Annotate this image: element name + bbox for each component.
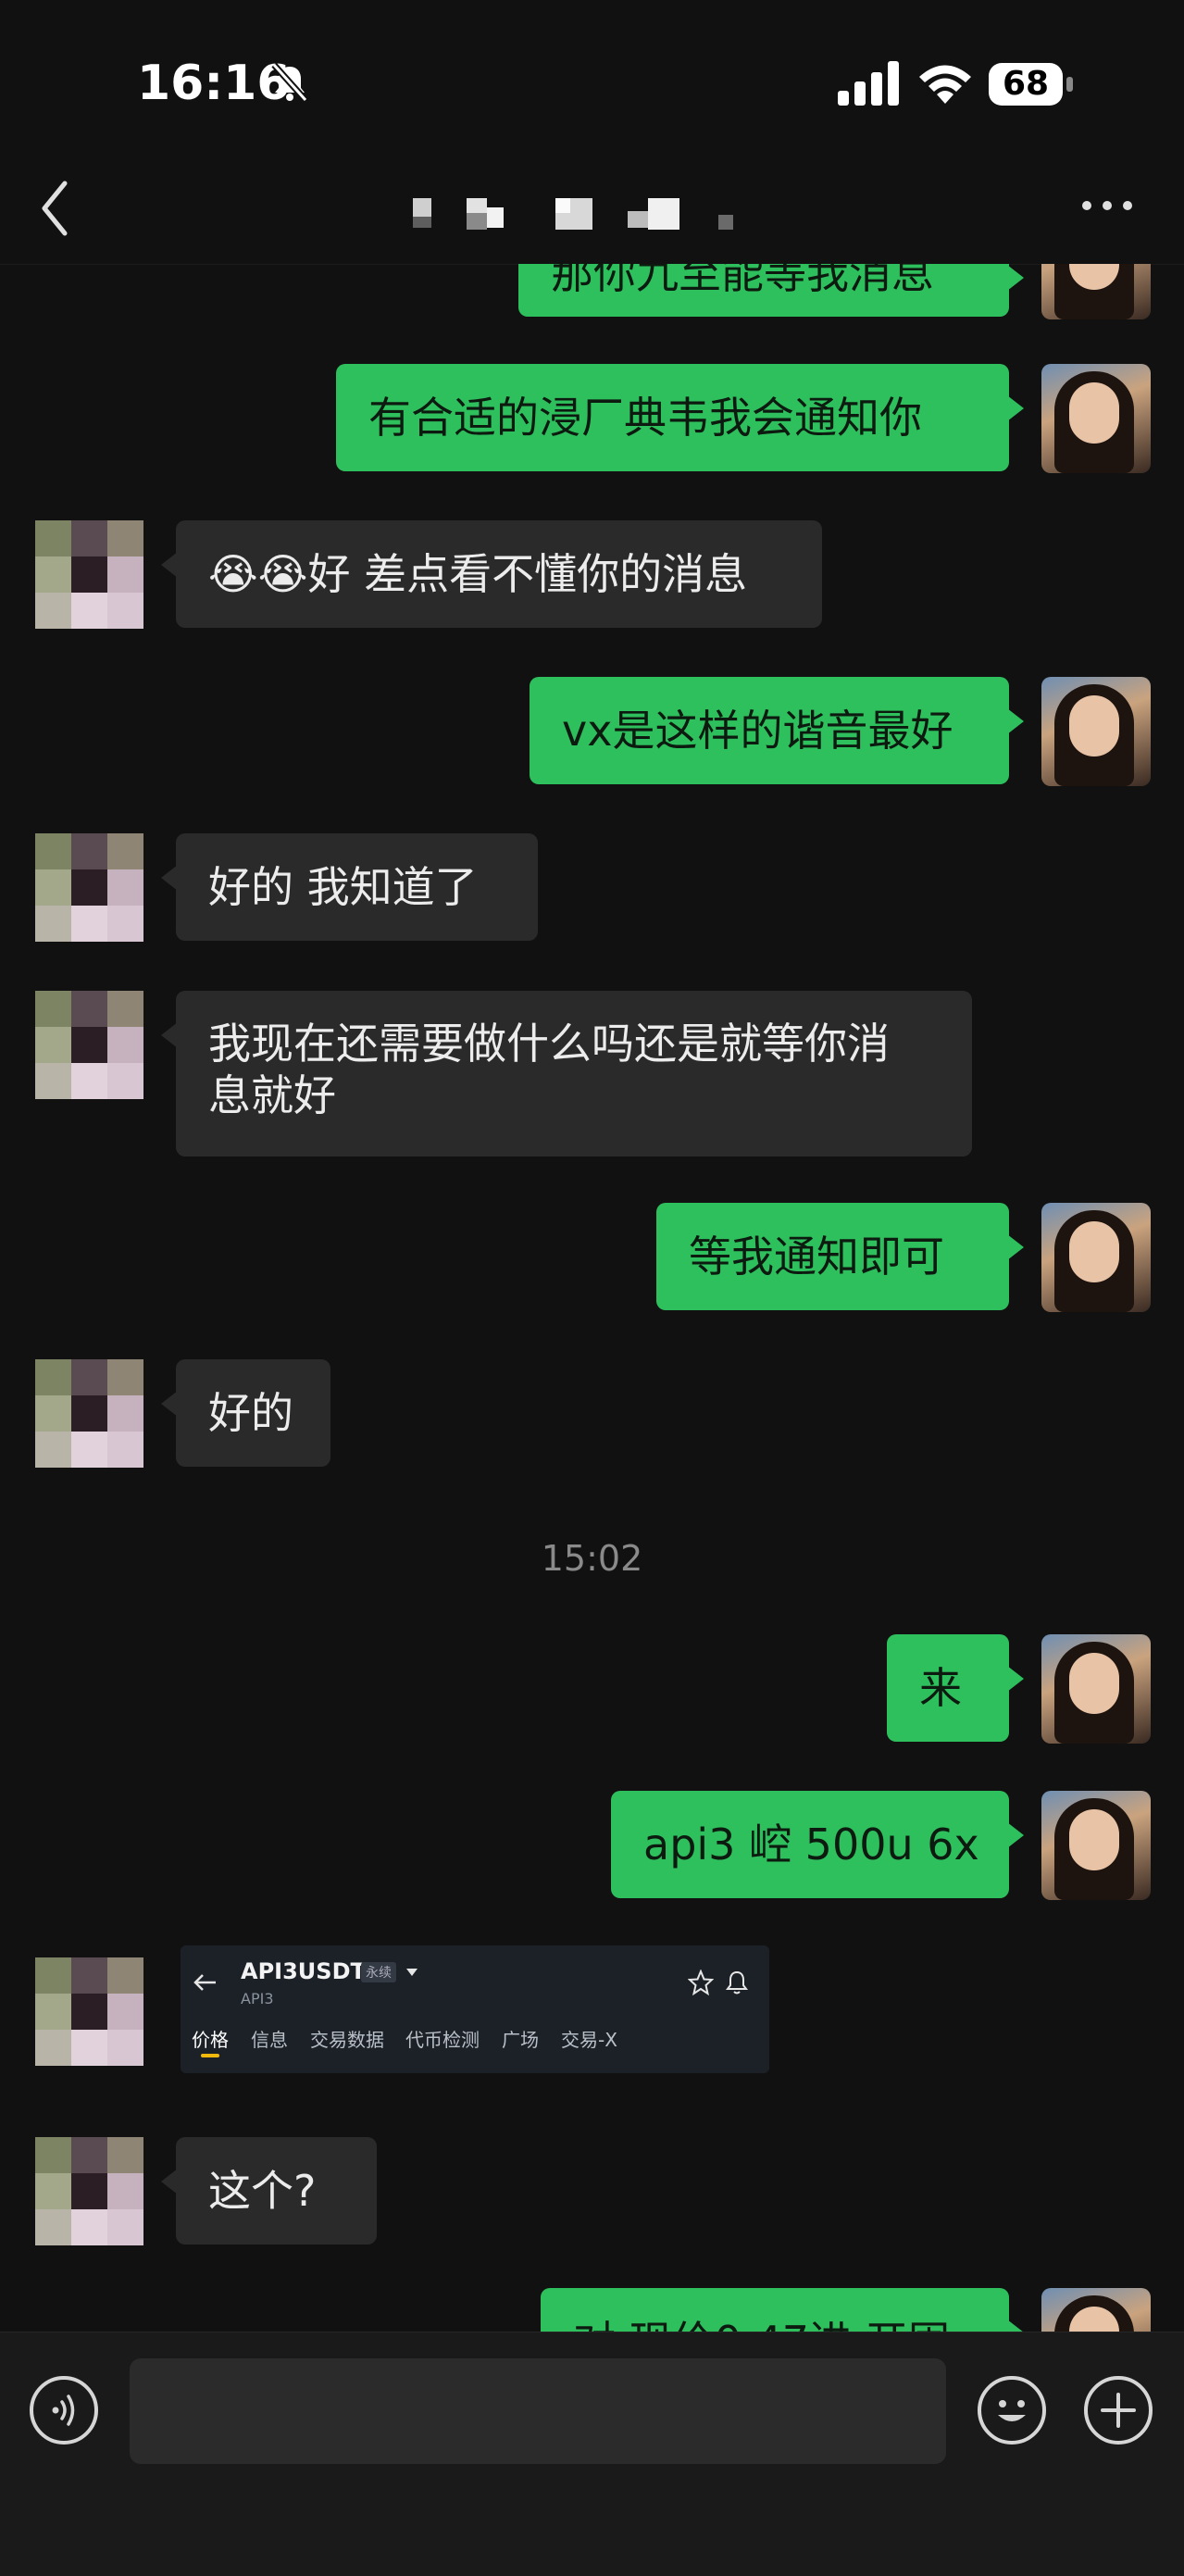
timestamp: 15:02 xyxy=(541,1538,643,1579)
cellular-signal-icon xyxy=(838,61,899,106)
contact-avatar-pixelated[interactable] xyxy=(35,991,144,1100)
contact-avatar-pixelated[interactable] xyxy=(35,1359,144,1469)
my-avatar[interactable] xyxy=(1041,2288,1151,2332)
tab-square: 广场 xyxy=(502,2029,539,2051)
bell-icon xyxy=(726,1970,748,1995)
wifi-icon xyxy=(919,65,971,104)
contact-avatar-pixelated[interactable] xyxy=(35,2137,144,2246)
message-input[interactable] xyxy=(130,2358,946,2464)
my-avatar[interactable] xyxy=(1041,1634,1151,1744)
message-bubble-incoming[interactable]: 这个? xyxy=(161,2137,377,2245)
contact-avatar-pixelated[interactable] xyxy=(35,833,144,943)
emoji-button[interactable] xyxy=(978,2376,1046,2445)
message-bubble-incoming[interactable]: 我现在还需要做什么吗还是就等你消 息就好 xyxy=(161,991,972,1157)
battery-indicator: 68 xyxy=(989,63,1074,107)
back-chevron-icon[interactable] xyxy=(37,176,74,241)
my-avatar[interactable] xyxy=(1041,677,1151,786)
active-tab-indicator xyxy=(201,2054,219,2057)
contract-type-badge: 永续 xyxy=(361,1962,396,1982)
tab-trading-data: 交易数据 xyxy=(310,2029,384,2051)
voice-icon xyxy=(52,2395,75,2426)
shared-screenshot-image[interactable]: API3USDT 永续 API3 价格 信息 交易数据 代币检测 广场 交易-X xyxy=(181,1945,769,2073)
message-list[interactable]: 那你九至能等我消息 有合适的浸厂典韦我会通知你 😭😭好 差点看不懂你的消息 vx… xyxy=(0,264,1184,2332)
message-bubble-incoming[interactable]: 😭😭好 差点看不懂你的消息 xyxy=(161,520,822,628)
mute-bell-icon xyxy=(271,62,308,103)
more-actions-button[interactable] xyxy=(1084,2376,1153,2445)
star-icon xyxy=(688,1970,714,1995)
dropdown-caret-icon xyxy=(406,1969,418,1976)
tab-token-check: 代币检测 xyxy=(405,2029,480,2051)
asset-subtitle: API3 xyxy=(241,1990,274,2007)
voice-input-button[interactable] xyxy=(30,2376,98,2445)
status-time: 16:16 xyxy=(137,56,291,111)
message-bubble-outgoing[interactable]: 有合适的浸厂典韦我会通知你 xyxy=(336,364,1024,471)
message-bubble-outgoing[interactable]: 来 xyxy=(887,1634,1024,1742)
message-bubble-outgoing[interactable]: 对 现价0.47进 开囤 xyxy=(541,2288,1024,2332)
back-arrow-icon xyxy=(193,1974,216,1991)
plus-icon xyxy=(1101,2393,1136,2428)
smiley-icon xyxy=(998,2400,1026,2421)
message-bubble-outgoing[interactable]: 那你九至能等我消息 xyxy=(518,264,1024,317)
trading-pair-title: API3USDT xyxy=(241,1958,366,1984)
contact-avatar-pixelated[interactable] xyxy=(35,1957,144,2067)
more-options-icon[interactable] xyxy=(1079,194,1135,217)
contact-name-pixelated xyxy=(407,194,741,231)
my-avatar[interactable] xyxy=(1041,364,1151,473)
battery-level: 68 xyxy=(1002,65,1050,103)
tab-trade-x: 交易-X xyxy=(561,2029,617,2051)
message-bubble-incoming[interactable]: 好的 我知道了 xyxy=(161,833,538,941)
message-bubble-outgoing[interactable]: vx是这样的谐音最好 xyxy=(530,677,1024,784)
message-bubble-incoming[interactable]: 好的 xyxy=(161,1359,330,1467)
message-bubble-outgoing[interactable]: api3 崆 500u 6x xyxy=(611,1791,1024,1898)
message-bubble-outgoing[interactable]: 等我通知即可 xyxy=(656,1203,1024,1310)
tab-price: 价格 xyxy=(192,2029,229,2051)
tab-info: 信息 xyxy=(251,2029,288,2051)
contact-avatar-pixelated[interactable] xyxy=(35,520,144,630)
my-avatar[interactable] xyxy=(1041,1203,1151,1312)
my-avatar[interactable] xyxy=(1041,1791,1151,1900)
my-avatar[interactable] xyxy=(1041,264,1151,319)
